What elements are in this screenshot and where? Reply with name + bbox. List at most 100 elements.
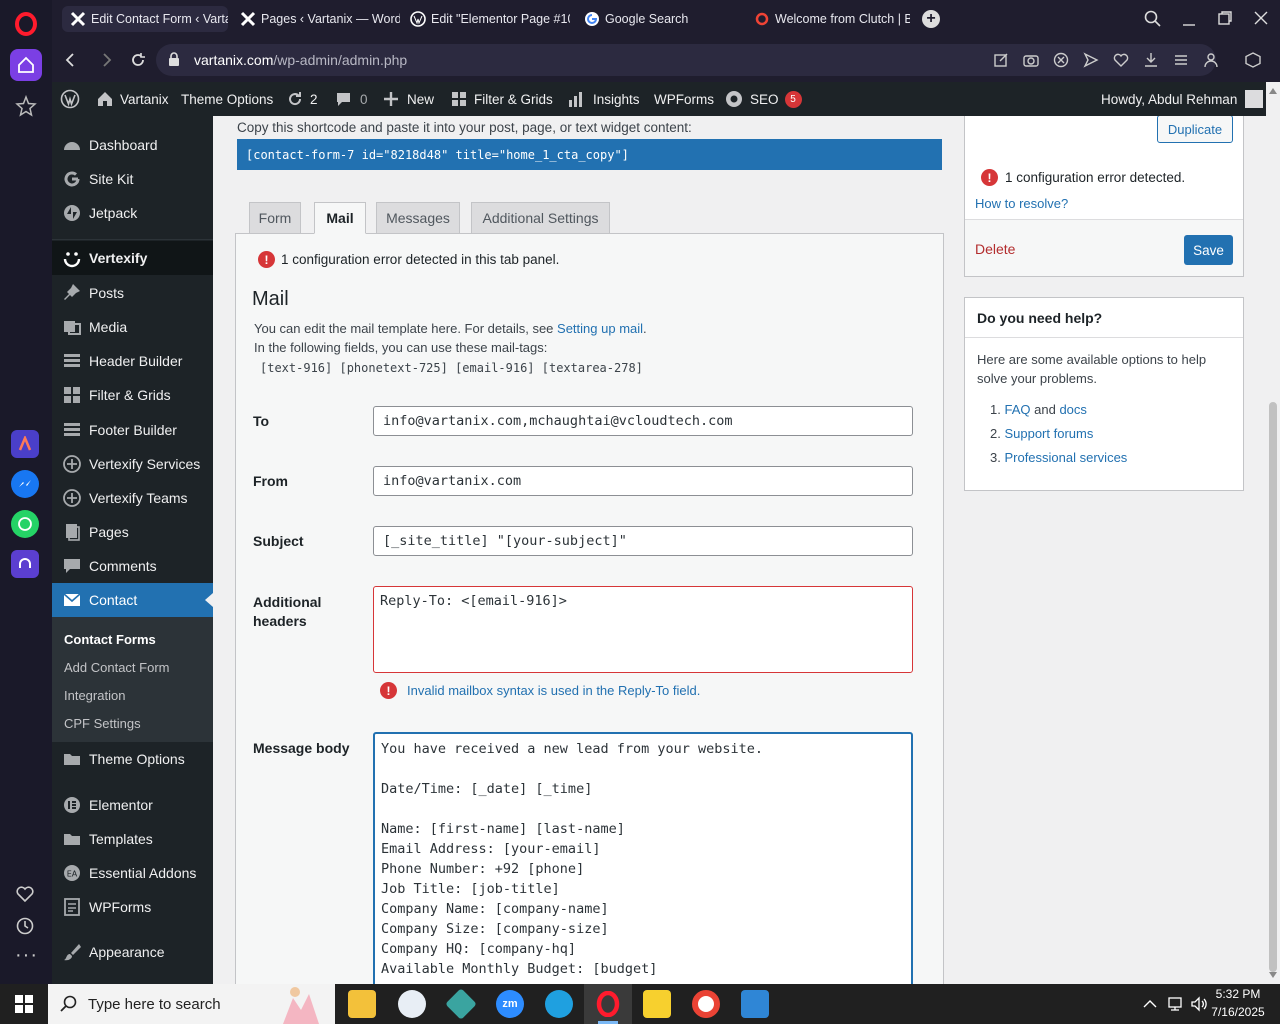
menu-item-media[interactable]: Media [52, 310, 213, 344]
tab-additional-settings[interactable]: Additional Settings [471, 202, 610, 234]
file-explorer-icon[interactable] [348, 990, 376, 1018]
taskbar-search-box[interactable]: Type here to search [48, 984, 335, 1024]
scroll-down-arrow-icon[interactable] [1269, 972, 1277, 978]
filter-grids-menu[interactable]: Filter & Grids [451, 82, 553, 116]
subject-input[interactable]: [_site_title] "[your-subject]" [373, 526, 913, 556]
back-icon[interactable] [64, 52, 78, 68]
clock-date[interactable]: 7/16/2025 [1210, 1005, 1266, 1019]
submenu-cpf-settings[interactable]: CPF Settings [64, 716, 141, 731]
adblock-icon[interactable] [1053, 52, 1069, 68]
app-diamond-icon[interactable] [445, 988, 477, 1020]
account-icon[interactable] [1203, 52, 1219, 68]
page-scrollbar[interactable] [1266, 82, 1280, 984]
browser-tab-edit-contact-form[interactable]: Edit Contact Form ‹ Vartan [62, 6, 228, 32]
browser-tab-elementor[interactable]: Edit "Elementor Page #100 [402, 6, 570, 32]
opera-taskbar-active[interactable] [584, 984, 632, 1024]
wpforms-menu[interactable]: WPForms [654, 82, 714, 116]
heart-icon[interactable] [1113, 52, 1129, 68]
more-icon[interactable]: ··· [15, 944, 38, 967]
seo-menu[interactable]: SEO 5 [724, 82, 802, 116]
paint-icon[interactable] [398, 990, 426, 1018]
music-player-button[interactable] [11, 550, 39, 578]
tab-form[interactable]: Form [249, 202, 301, 234]
search-tabs-icon[interactable] [1144, 10, 1162, 28]
tab-mail[interactable]: Mail [314, 202, 366, 234]
menu-item-comments[interactable]: Comments [52, 549, 213, 583]
browser-tab-google[interactable]: Google Search [576, 6, 740, 32]
delete-link[interactable]: Delete [975, 241, 1015, 257]
reload-icon[interactable] [130, 52, 146, 68]
history-icon[interactable] [15, 916, 35, 936]
reply-to-error-link[interactable]: Invalid mailbox syntax is used in the Re… [407, 683, 700, 698]
easy-setup-icon[interactable] [1173, 52, 1189, 68]
to-input[interactable]: info@vartanix.com,mchaughtai@vcloudtech.… [373, 406, 913, 436]
scroll-up-arrow-icon[interactable] [1269, 88, 1277, 94]
send-to-icon[interactable] [993, 52, 1009, 68]
menu-item-posts[interactable]: Posts [52, 276, 213, 310]
additional-headers-textarea[interactable]: Reply-To: <[email-916]> [373, 586, 913, 673]
menu-item-elementor[interactable]: Elementor [52, 788, 213, 822]
camera-icon[interactable] [1023, 52, 1039, 68]
share-icon[interactable] [1083, 52, 1099, 68]
menu-item-templates[interactable]: Templates [52, 822, 213, 856]
menu-item-vertexify-services[interactable]: Vertexify Services [52, 447, 213, 481]
from-input[interactable]: info@vartanix.com [373, 466, 913, 496]
wp-logo-menu[interactable] [60, 82, 80, 116]
windows-start-icon[interactable] [15, 995, 33, 1013]
setting-up-mail-link[interactable]: Setting up mail [557, 321, 643, 336]
professional-services-link[interactable]: Professional services [1004, 450, 1127, 465]
save-button[interactable]: Save [1184, 235, 1233, 265]
updates-menu[interactable]: 2 [286, 82, 318, 116]
sticky-notes-icon[interactable] [643, 990, 671, 1018]
message-body-textarea[interactable]: You have received a new lead from your w… [373, 732, 913, 984]
close-window-icon[interactable] [1253, 10, 1269, 26]
faq-link[interactable]: FAQ [1004, 402, 1030, 417]
clock-time[interactable]: 5:32 PM [1212, 987, 1264, 1001]
submenu-add-contact-form[interactable]: Add Contact Form [64, 660, 170, 675]
heart-icon[interactable] [15, 884, 35, 904]
whatsapp-button[interactable] [11, 510, 39, 538]
menu-item-site-kit[interactable]: Site Kit [52, 162, 213, 196]
menu-item-dashboard[interactable]: Dashboard [52, 128, 213, 162]
menu-item-header-builder[interactable]: Header Builder [52, 344, 213, 378]
edge-icon[interactable] [545, 990, 573, 1018]
how-to-resolve-link[interactable]: How to resolve? [975, 196, 1068, 211]
menu-item-theme-options[interactable]: Theme Options [52, 742, 213, 776]
photos-icon[interactable] [741, 990, 769, 1018]
shortcode-field[interactable]: [contact-form-7 id="8218d48" title="home… [237, 139, 942, 170]
maximize-icon[interactable] [1217, 10, 1233, 26]
menu-item-appearance[interactable]: Appearance [52, 935, 213, 969]
chevron-up-icon[interactable] [1143, 999, 1157, 1009]
menu-item-pages[interactable]: Pages [52, 515, 213, 549]
menu-item-contact[interactable]: Contact [52, 583, 213, 617]
docs-link[interactable]: docs [1059, 402, 1086, 417]
menu-item-essential-addons[interactable]: EA Essential Addons [52, 856, 213, 890]
submenu-integration[interactable]: Integration [64, 688, 125, 703]
insights-menu[interactable]: Insights [568, 82, 640, 116]
new-content-menu[interactable]: New [383, 82, 434, 116]
home-button[interactable] [10, 49, 42, 81]
site-name-menu[interactable]: Vartanix [96, 82, 169, 116]
opera-logo-icon[interactable] [14, 12, 38, 36]
extensions-cube-icon[interactable] [1245, 52, 1261, 68]
tab-messages[interactable]: Messages [376, 202, 460, 234]
network-icon[interactable] [1166, 996, 1184, 1012]
minimize-icon[interactable] [1181, 10, 1197, 28]
comments-menu[interactable]: 0 [335, 82, 368, 116]
menu-item-vertexify-teams[interactable]: Vertexify Teams [52, 481, 213, 515]
new-tab-button[interactable]: + [922, 10, 940, 28]
browser-tab-clutch[interactable]: Welcome from Clutch | Be [746, 6, 910, 32]
menu-item-vertexify[interactable]: Vertexify [52, 241, 213, 275]
my-account-menu[interactable]: Howdy, Abdul Rehman [1101, 82, 1264, 116]
duplicate-button[interactable]: Duplicate [1157, 116, 1233, 143]
support-forums-link[interactable]: Support forums [1004, 426, 1093, 441]
star-icon[interactable] [15, 95, 37, 117]
download-icon[interactable] [1143, 52, 1159, 68]
messenger-button[interactable] [11, 470, 39, 498]
aria-ai-button[interactable] [11, 430, 39, 458]
zoom-icon[interactable]: zm [496, 990, 524, 1018]
menu-item-filter-grids[interactable]: Filter & Grids [52, 378, 213, 412]
theme-options-menu[interactable]: Theme Options [181, 82, 273, 116]
menu-item-footer-builder[interactable]: Footer Builder [52, 413, 213, 447]
chrome-icon[interactable] [692, 990, 720, 1018]
